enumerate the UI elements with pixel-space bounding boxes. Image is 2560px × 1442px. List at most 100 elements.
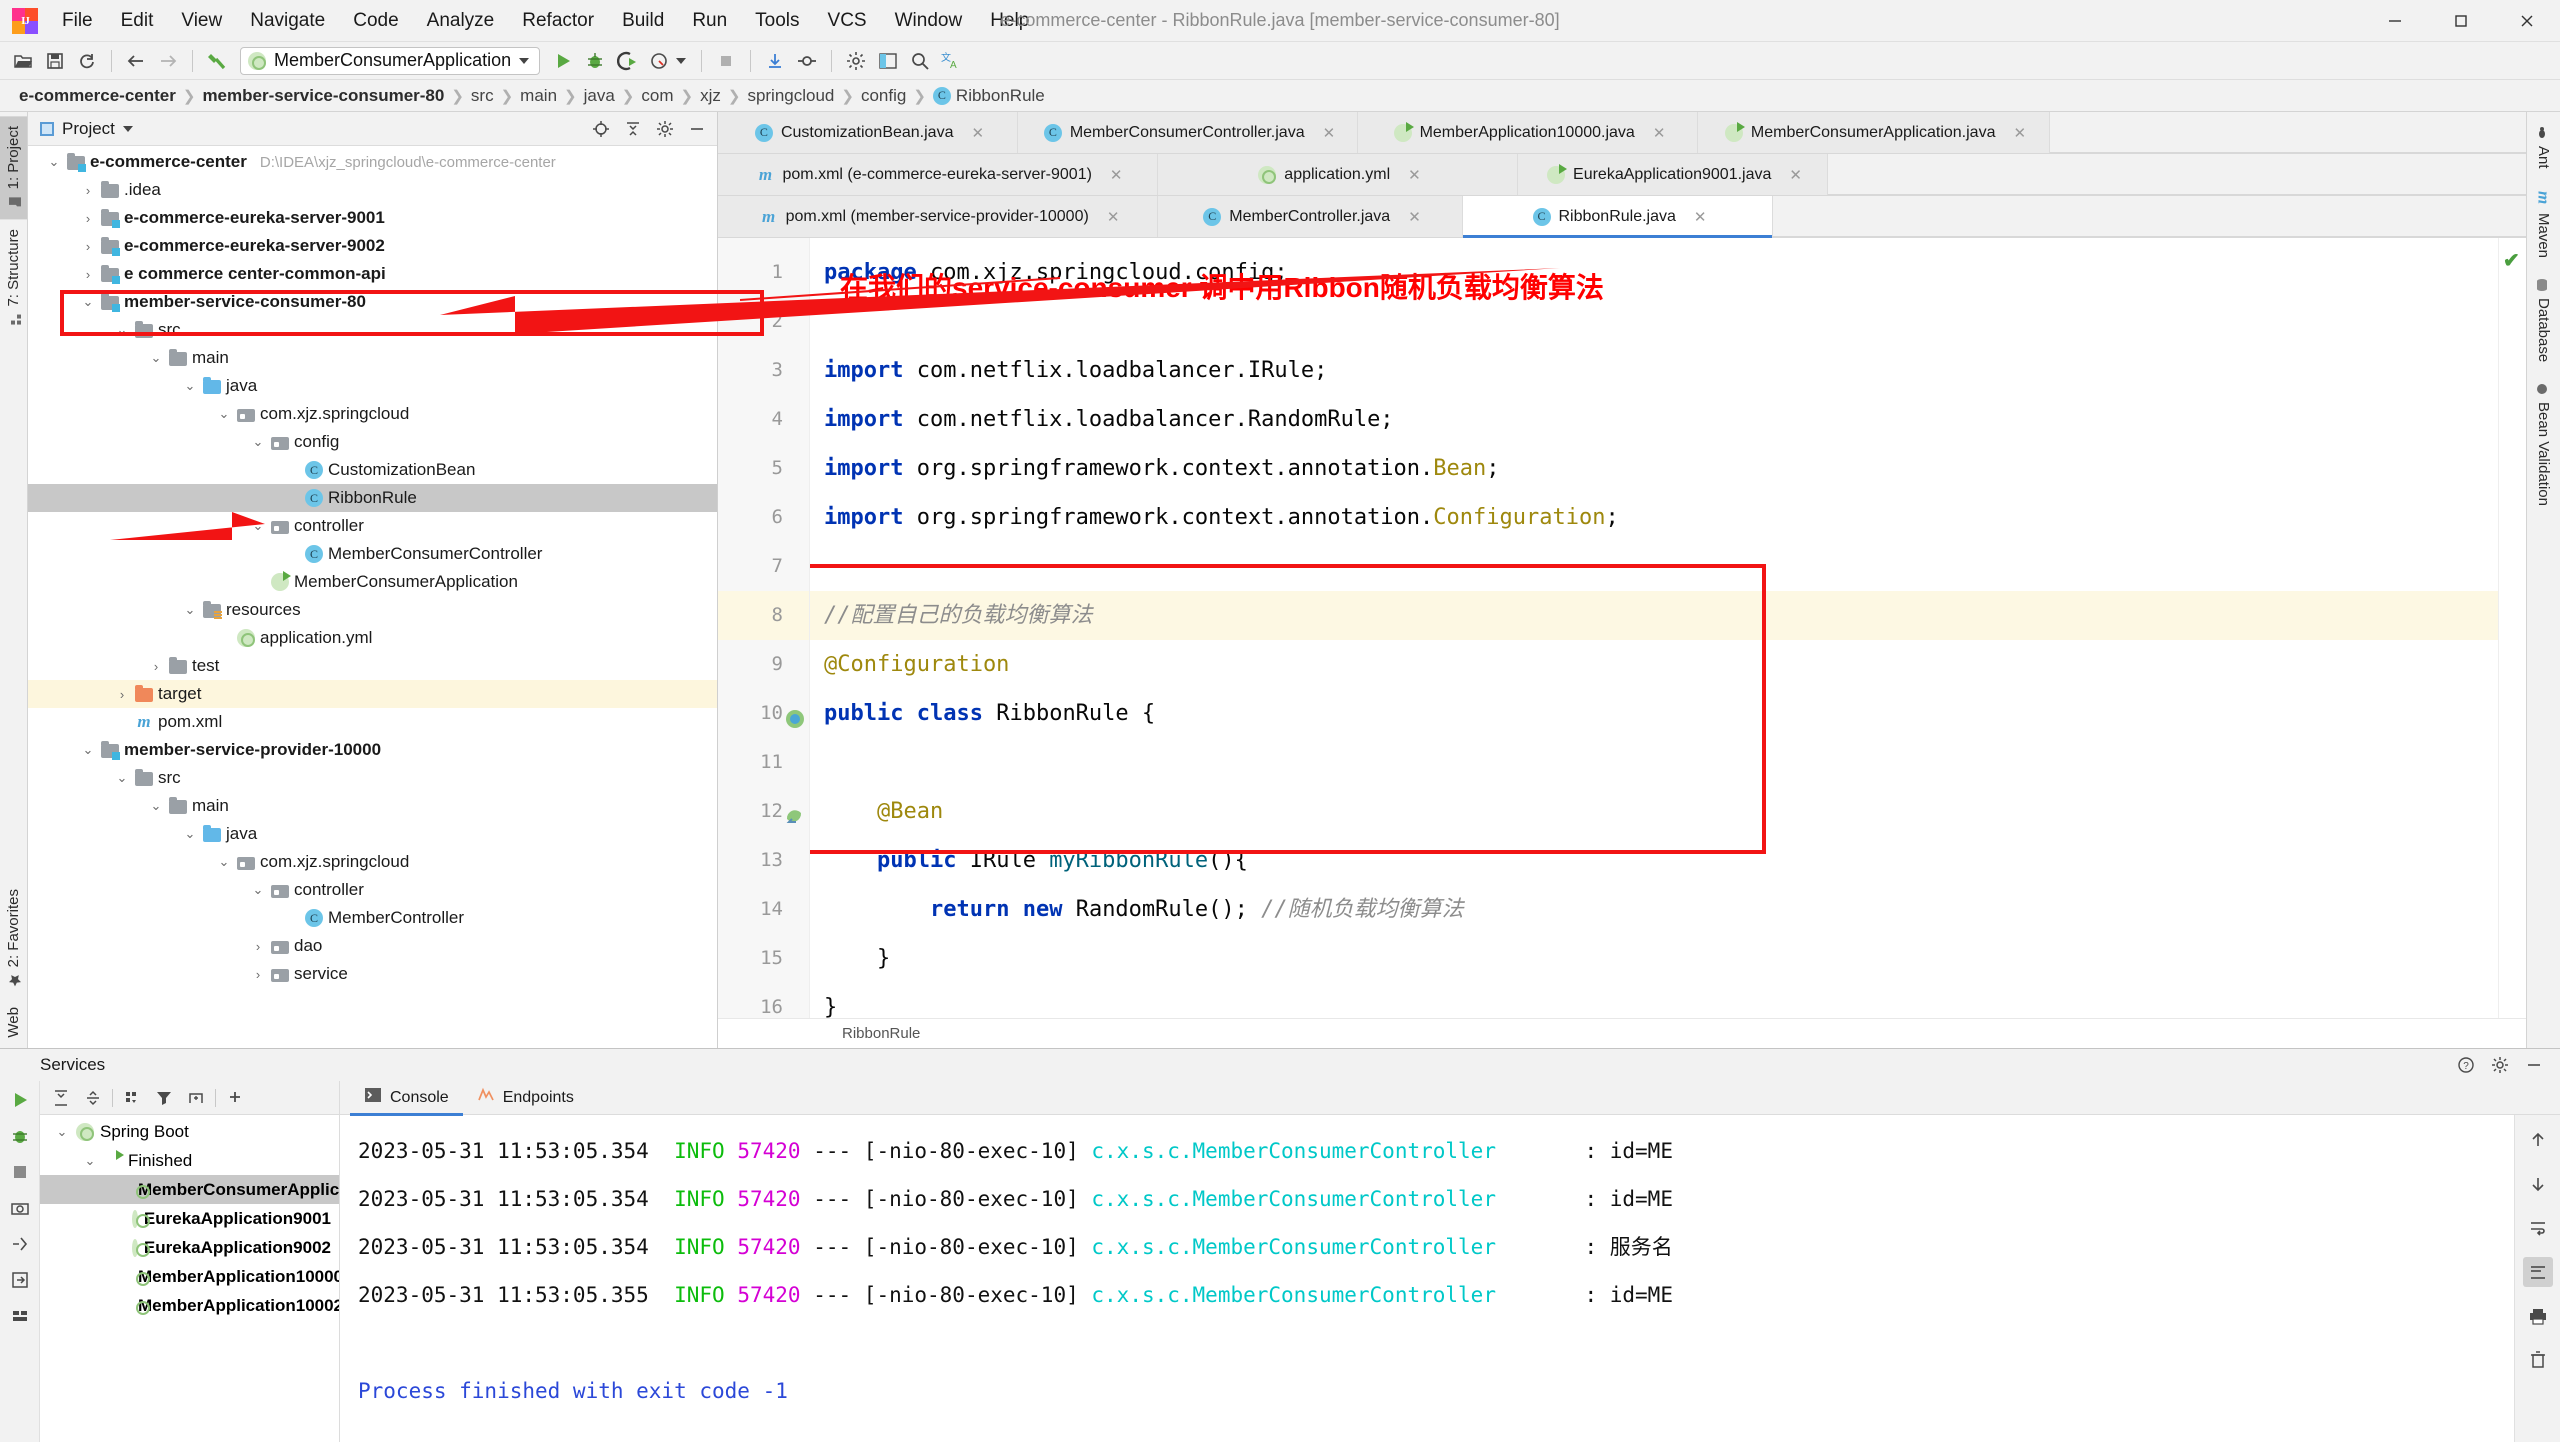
breadcrumb-item-9[interactable]: C RibbonRule <box>928 84 1050 108</box>
chevron-right-icon[interactable]: › <box>80 211 96 226</box>
close-tab-icon[interactable]: ✕ <box>1408 166 1421 184</box>
breadcrumb-item-2[interactable]: src <box>466 84 499 108</box>
search-everywhere-icon[interactable] <box>905 46 935 76</box>
gear-icon[interactable] <box>653 117 677 141</box>
print-icon[interactable] <box>2523 1301 2553 1331</box>
tree-node-config[interactable]: ⌄ config <box>28 428 717 456</box>
tree-node-target[interactable]: › target <box>28 680 717 708</box>
stop-icon[interactable] <box>711 46 741 76</box>
camera-icon[interactable] <box>7 1195 33 1221</box>
chevron-down-icon[interactable]: ⌄ <box>114 322 130 338</box>
filter-icon[interactable] <box>151 1085 177 1111</box>
menu-view[interactable]: View <box>167 6 236 36</box>
hammer-icon[interactable] <box>202 46 232 76</box>
services-node-spring-boot[interactable]: ⌄ Spring Boot <box>40 1117 339 1146</box>
editor-tab-rows[interactable]: C CustomizationBean.java ✕ C MemberConsumerC… <box>718 112 2526 238</box>
export-icon[interactable] <box>7 1267 33 1293</box>
save-icon[interactable] <box>40 46 70 76</box>
breadcrumb-item-6[interactable]: xjz <box>695 84 726 108</box>
chevron-down-icon[interactable]: ⌄ <box>82 1153 98 1169</box>
add-icon[interactable] <box>222 1085 248 1111</box>
line-number-13[interactable]: 13 <box>718 836 809 885</box>
services-tree[interactable]: ⌄ Spring Boot ⌄ Finished MemberConsumerAppli… <box>40 1115 339 1442</box>
gear-icon[interactable] <box>2488 1053 2512 1077</box>
services-node-eurekaapplication9002[interactable]: EurekaApplication9002 <box>40 1233 339 1262</box>
sidebar-item-ant[interactable]: Ant <box>2530 116 2557 179</box>
run-with-coverage-icon[interactable] <box>612 46 642 76</box>
editor-tab-memberconsumercontroller-java[interactable]: C MemberConsumerController.java ✕ <box>1018 112 1358 153</box>
bean-navigate-gutter-icon[interactable] <box>783 799 807 823</box>
target-icon[interactable] <box>589 117 613 141</box>
tree-node-member-service-consumer-80[interactable]: ⌄ member-service-consumer-80 <box>28 288 717 316</box>
services-node-finished[interactable]: ⌄ Finished <box>40 1146 339 1175</box>
editor-tab-memberconsumerapplication-java[interactable]: MemberConsumerApplication.java ✕ <box>1698 112 2050 153</box>
breadcrumb-item-8[interactable]: config <box>856 84 911 108</box>
editor-tab-pom-xml-member-service-provider-10000-[interactable]: m pom.xml (member-service-provider-10000)… <box>718 196 1158 237</box>
tree-node-src[interactable]: ⌄ src <box>28 316 717 344</box>
tree-node-customizationbean[interactable]: C CustomizationBean <box>28 456 717 484</box>
line-number-15[interactable]: 15 <box>718 934 809 983</box>
close-tab-icon[interactable]: ✕ <box>1408 208 1421 226</box>
breadcrumb-item-3[interactable]: main <box>515 84 562 108</box>
tree-node-resources[interactable]: ⌄ resources <box>28 596 717 624</box>
tree-node-src[interactable]: ⌄ src <box>28 764 717 792</box>
line-number-8[interactable]: 8 <box>718 591 809 640</box>
line-number-3[interactable]: 3 <box>718 346 809 395</box>
chevron-down-icon[interactable]: ⌄ <box>182 826 198 842</box>
line-number-5[interactable]: 5 <box>718 444 809 493</box>
line-number-4[interactable]: 4 <box>718 395 809 444</box>
line-number-1[interactable]: 1 <box>718 248 809 297</box>
code-editor[interactable]: 1 2 3 4 5 6 7 8 9 10 11 12 13 14 15 16 package com.xjz.… <box>718 238 2526 1018</box>
chevron-down-icon[interactable]: ⌄ <box>148 350 164 366</box>
collapse-all-icon[interactable] <box>621 117 645 141</box>
chevron-down-icon[interactable]: ⌄ <box>80 294 96 310</box>
help-icon[interactable]: ? <box>2454 1053 2478 1077</box>
chevron-down-icon[interactable]: ⌄ <box>250 518 266 534</box>
line-number-11[interactable]: 11 <box>718 738 809 787</box>
chevron-right-icon[interactable]: › <box>80 183 96 198</box>
chevron-down-icon[interactable]: ⌄ <box>114 770 130 786</box>
services-node-memberapplication10000[interactable]: MemberApplication10000 <box>40 1262 339 1291</box>
line-number-9[interactable]: 9 <box>718 640 809 689</box>
sidebar-item-maven[interactable]: m Maven <box>2530 179 2558 268</box>
tree-node-membercontroller[interactable]: C MemberController <box>28 904 717 932</box>
editor-tab-pom-xml-e-commerce-eureka-server-9001-[interactable]: m pom.xml (e-commerce-eureka-server-9001)… <box>718 154 1158 195</box>
maximize-button[interactable] <box>2428 0 2494 42</box>
menu-analyze[interactable]: Analyze <box>413 6 509 36</box>
chevron-right-icon[interactable]: › <box>114 687 130 702</box>
expand-all-icon[interactable] <box>48 1085 74 1111</box>
minimize-button[interactable] <box>2362 0 2428 42</box>
close-tab-icon[interactable]: ✕ <box>971 124 984 142</box>
editor-scroll-strip[interactable]: ✔ <box>2498 238 2526 1018</box>
line-number-7[interactable]: 7 <box>718 542 809 591</box>
sidebar-item-structure[interactable]: 7: Structure <box>0 219 27 337</box>
tree-node-ribbonrule[interactable]: C RibbonRule <box>28 484 717 512</box>
chevron-right-icon[interactable]: › <box>148 659 164 674</box>
open-folder-icon[interactable] <box>8 46 38 76</box>
chevron-down-icon[interactable]: ⌄ <box>54 1124 70 1140</box>
menu-edit[interactable]: Edit <box>107 6 168 36</box>
tree-node-com-xjz-springcloud[interactable]: ⌄ com.xjz.springcloud <box>28 400 717 428</box>
run-configuration-selector[interactable]: MemberConsumerApplication <box>240 46 541 75</box>
sidebar-item-web[interactable]: Web <box>0 997 27 1048</box>
tree-node-pom-xml[interactable]: m pom.xml <box>28 708 717 736</box>
chevron-right-icon[interactable]: › <box>80 239 96 254</box>
close-button[interactable] <box>2494 0 2560 42</box>
spring-bean-gutter-icon[interactable] <box>783 701 807 728</box>
line-number-16[interactable]: 16 <box>718 983 809 1032</box>
sidebar-item-database[interactable]: Database <box>2530 268 2557 372</box>
tree-node-e-commerce-eureka-server-9002[interactable]: › e-commerce-eureka-server-9002 <box>28 232 717 260</box>
chevron-down-icon[interactable]: ⌄ <box>250 882 266 898</box>
chevron-down-icon[interactable]: ⌄ <box>216 406 232 422</box>
tree-node-e-commerce-center-common-api[interactable]: › e commerce center-common-api <box>28 260 717 288</box>
tab-endpoints[interactable]: Endpoints <box>463 1080 588 1115</box>
tree-node-com-xjz-springcloud[interactable]: ⌄ com.xjz.springcloud <box>28 848 717 876</box>
chevron-right-icon[interactable]: › <box>250 967 266 982</box>
layout-icon[interactable] <box>7 1303 33 1329</box>
editor-tab-membercontroller-java[interactable]: C MemberController.java ✕ <box>1158 196 1463 237</box>
forward-arrow-icon[interactable] <box>153 46 183 76</box>
tree-node--idea[interactable]: › .idea <box>28 176 717 204</box>
tree-node-dao[interactable]: › dao <box>28 932 717 960</box>
chevron-down-icon[interactable]: ⌄ <box>250 434 266 450</box>
tree-node-memberconsumerapplication[interactable]: MemberConsumerApplication <box>28 568 717 596</box>
